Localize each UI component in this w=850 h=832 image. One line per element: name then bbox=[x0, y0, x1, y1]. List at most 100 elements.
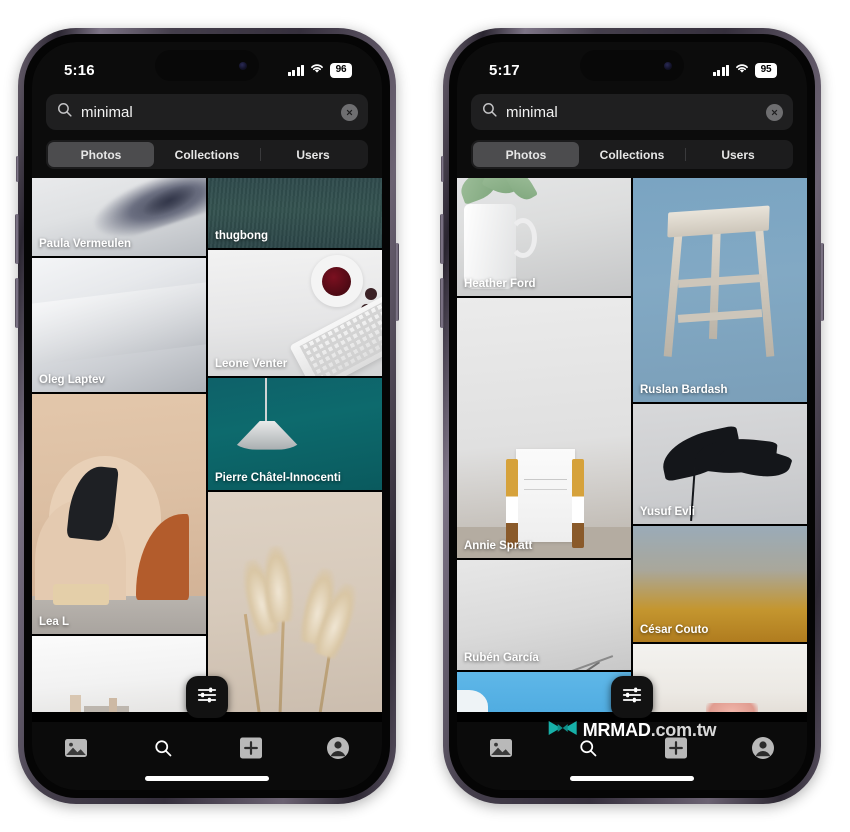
segment-label: Photos bbox=[505, 147, 547, 162]
segment-label: Collections bbox=[174, 147, 240, 162]
tab-search[interactable] bbox=[143, 736, 183, 764]
account-icon bbox=[326, 736, 350, 765]
device-screen: 5:16 96 minimal Photos Collections Users… bbox=[32, 42, 382, 790]
bottom-tab-bar[interactable] bbox=[32, 722, 382, 790]
photo-tile[interactable] bbox=[32, 636, 206, 712]
grid-column-left: Heather Ford Annie Spratt Rubén García bbox=[457, 178, 631, 712]
tab-account[interactable] bbox=[318, 736, 358, 764]
status-bar: 5:16 96 bbox=[32, 42, 382, 94]
tab-account[interactable] bbox=[743, 736, 783, 764]
device-bezel: 5:16 96 minimal Photos Collections Users… bbox=[24, 34, 390, 798]
power-button[interactable] bbox=[820, 243, 824, 321]
segment-users[interactable]: Users bbox=[685, 142, 791, 167]
photo-credit: Paula Vermeulen bbox=[39, 238, 132, 250]
tab-search[interactable] bbox=[568, 736, 608, 764]
volume-up-button[interactable] bbox=[15, 214, 19, 264]
search-header: minimal Photos Collections Users bbox=[457, 94, 807, 178]
photo-credit: Oleg Laptev bbox=[39, 374, 105, 386]
cellular-bars-icon bbox=[712, 64, 729, 76]
photo-credit: Heather Ford bbox=[464, 278, 536, 290]
search-input[interactable]: minimal bbox=[506, 104, 758, 121]
photos-icon bbox=[489, 738, 513, 763]
photo-tile[interactable]: Pierre Châtel-Innocenti bbox=[208, 378, 382, 490]
volume-down-button[interactable] bbox=[15, 278, 19, 328]
home-indicator[interactable] bbox=[570, 776, 694, 781]
clear-search-button[interactable] bbox=[766, 103, 783, 121]
grid-column-right: Ruslan Bardash Yusuf Evli César Couto bbox=[633, 178, 807, 712]
cellular-bars-icon bbox=[287, 64, 304, 76]
photo-credit: Rubén García bbox=[464, 652, 539, 664]
segment-photos[interactable]: Photos bbox=[48, 142, 154, 167]
silent-switch[interactable] bbox=[441, 156, 444, 182]
home-indicator[interactable] bbox=[145, 776, 269, 781]
search-input[interactable]: minimal bbox=[81, 104, 333, 121]
tab-plus[interactable] bbox=[656, 736, 696, 764]
segment-collections[interactable]: Collections bbox=[579, 142, 686, 167]
photo-grid[interactable]: Heather Ford Annie Spratt Rubén García R… bbox=[457, 178, 807, 712]
photo-tile[interactable] bbox=[208, 492, 382, 712]
filter-button[interactable] bbox=[186, 676, 228, 718]
segment-collections[interactable]: Collections bbox=[154, 142, 261, 167]
front-camera-icon bbox=[664, 61, 672, 70]
photo-tile[interactable]: Leone Venter bbox=[208, 250, 382, 376]
photo-tile[interactable]: Annie Spratt bbox=[457, 298, 631, 558]
segment-label: Users bbox=[721, 147, 755, 162]
segment-label: Collections bbox=[599, 147, 665, 162]
photo-tile[interactable] bbox=[633, 644, 807, 712]
photo-grid[interactable]: Paula Vermeulen Oleg Laptev Lea L thugbo… bbox=[32, 178, 382, 712]
search-icon bbox=[56, 101, 73, 123]
wifi-icon bbox=[309, 61, 325, 79]
photos-icon bbox=[64, 738, 88, 763]
photo-tile[interactable]: Yusuf Evli bbox=[633, 404, 807, 524]
filter-button[interactable] bbox=[611, 676, 653, 718]
photo-tile[interactable]: Paula Vermeulen bbox=[32, 178, 206, 256]
search-icon bbox=[578, 738, 598, 763]
search-bar[interactable]: minimal bbox=[471, 94, 793, 130]
battery-level: 96 bbox=[330, 62, 352, 78]
battery-level: 95 bbox=[755, 62, 777, 78]
dynamic-island bbox=[155, 50, 259, 81]
iphone-device-right: 5:17 95 minimal Photos Collections Users… bbox=[440, 28, 824, 804]
photo-tile[interactable]: Heather Ford bbox=[457, 178, 631, 296]
power-button[interactable] bbox=[395, 243, 399, 321]
tab-plus[interactable] bbox=[231, 736, 271, 764]
wifi-icon bbox=[734, 61, 750, 79]
tab-photos[interactable] bbox=[481, 736, 521, 764]
search-bar[interactable]: minimal bbox=[46, 94, 368, 130]
segment-label: Photos bbox=[80, 147, 122, 162]
segment-label: Users bbox=[296, 147, 330, 162]
search-icon bbox=[481, 101, 498, 123]
photo-credit: César Couto bbox=[640, 624, 709, 636]
silent-switch[interactable] bbox=[16, 156, 19, 182]
device-screen: 5:17 95 minimal Photos Collections Users… bbox=[457, 42, 807, 790]
device-bezel: 5:17 95 minimal Photos Collections Users… bbox=[449, 34, 815, 798]
grid-column-right: thugbong Leone Venter Pierre Châtel-Inno… bbox=[208, 178, 382, 712]
grid-column-left: Paula Vermeulen Oleg Laptev Lea L bbox=[32, 178, 206, 712]
status-clock: 5:17 bbox=[489, 61, 520, 79]
account-icon bbox=[751, 736, 775, 765]
clear-search-button[interactable] bbox=[341, 103, 358, 121]
dynamic-island bbox=[580, 50, 684, 81]
photo-credit: Lea L bbox=[39, 616, 70, 628]
segmented-control[interactable]: Photos Collections Users bbox=[471, 140, 793, 169]
photo-tile[interactable]: Ruslan Bardash bbox=[633, 178, 807, 402]
photo-tile[interactable]: César Couto bbox=[633, 526, 807, 642]
search-header: minimal Photos Collections Users bbox=[32, 94, 382, 178]
segment-photos[interactable]: Photos bbox=[473, 142, 579, 167]
bottom-tab-bar[interactable] bbox=[457, 722, 807, 790]
photo-tile[interactable]: thugbong bbox=[208, 178, 382, 248]
photo-credit: Leone Venter bbox=[215, 358, 288, 370]
photo-tile[interactable] bbox=[457, 672, 631, 712]
segment-users[interactable]: Users bbox=[260, 142, 366, 167]
screenshot-canvas: 5:16 96 minimal Photos Collections Users… bbox=[0, 0, 850, 832]
volume-up-button[interactable] bbox=[440, 214, 444, 264]
photo-tile[interactable]: Rubén García bbox=[457, 560, 631, 670]
photo-tile[interactable]: Oleg Laptev bbox=[32, 258, 206, 392]
tab-photos[interactable] bbox=[56, 736, 96, 764]
photo-credit: Yusuf Evli bbox=[640, 506, 695, 518]
plus-icon bbox=[239, 737, 263, 764]
photo-tile[interactable]: Lea L bbox=[32, 394, 206, 634]
volume-down-button[interactable] bbox=[440, 278, 444, 328]
segmented-control[interactable]: Photos Collections Users bbox=[46, 140, 368, 169]
photo-credit: Ruslan Bardash bbox=[640, 384, 728, 396]
